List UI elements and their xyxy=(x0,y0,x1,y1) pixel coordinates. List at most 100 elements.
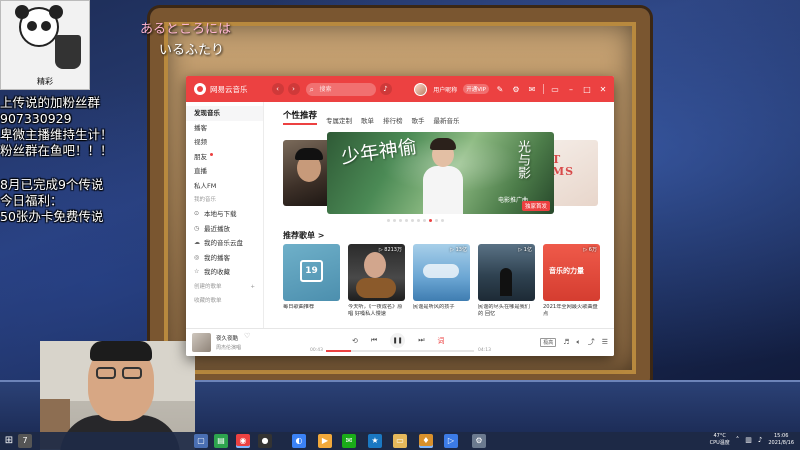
carousel-dot[interactable] xyxy=(405,219,408,222)
taskbar-tool-icon[interactable]: ⚙ xyxy=(472,434,486,448)
sidebar-item-friends[interactable]: 朋友 xyxy=(186,150,263,165)
playlist-cover[interactable]: ▷ 1亿 xyxy=(478,244,535,301)
sidebar-item-my-podcast[interactable]: ◎ 我的播客 xyxy=(186,251,263,266)
tab-custom[interactable]: 专属定制 xyxy=(326,115,352,125)
lyrics-icon[interactable]: 词 xyxy=(438,336,445,346)
playlist-card[interactable]: ▷ 1亿 民谣的尽头在哪是我们的 回忆 xyxy=(478,244,535,318)
taskbar-browser-icon[interactable]: ◐ xyxy=(292,434,306,448)
playlist-card[interactable]: ▷ 13亿 民谣是听风的孩子 xyxy=(413,244,470,318)
carousel-dot[interactable] xyxy=(393,219,396,222)
loop-mode-icon[interactable]: ⟲ xyxy=(352,337,358,345)
playlist-name[interactable]: 民谣的尽头在哪是我们的 回忆 xyxy=(478,304,535,318)
sidebar-item-local[interactable]: ⊙ 本地与下载 xyxy=(186,207,263,222)
like-heart-icon[interactable]: ♡ xyxy=(244,332,250,340)
taskbar-folder-icon[interactable]: ▭ xyxy=(393,434,407,448)
playlist-name[interactable]: 每日歌曲推荐 xyxy=(283,304,340,318)
tab-charts[interactable]: 排行榜 xyxy=(383,115,403,125)
volume-icon[interactable]: 🔈︎ xyxy=(577,338,581,347)
taskbar-explorer-icon[interactable]: ▢ xyxy=(194,434,208,448)
created-playlists-header[interactable]: 创建的歌单 + xyxy=(186,280,263,294)
carousel-dot[interactable] xyxy=(429,219,432,222)
sound-effect-icon[interactable]: ♬ xyxy=(563,338,569,346)
vip-badge[interactable]: 开通VIP xyxy=(463,84,489,94)
next-track-icon[interactable]: ⏭ xyxy=(418,336,424,345)
playlist-queue-icon[interactable]: ☰ xyxy=(602,338,608,346)
banner-current-slide[interactable]: 少年神偷 光与影 电影推广曲 独家首发 xyxy=(327,132,554,214)
taskbar-star-icon[interactable]: ★ xyxy=(368,434,382,448)
start-menu-icon[interactable]: ⊞ xyxy=(2,434,16,448)
tab-artists[interactable]: 歌手 xyxy=(412,115,425,125)
playlist-cover[interactable]: ▷ 8213万 xyxy=(348,244,405,301)
meme-sticker: 精彩 xyxy=(0,0,90,90)
minimize-icon[interactable]: – xyxy=(566,85,576,94)
sidebar-item-discover[interactable]: 发现音乐 xyxy=(186,106,263,121)
sidebar-item-live[interactable]: 直播 xyxy=(186,164,263,179)
mini-mode-icon[interactable]: ▭ xyxy=(550,85,560,94)
quality-badge[interactable]: 极高 xyxy=(540,337,557,347)
title-separator xyxy=(543,84,544,94)
carousel-dot[interactable] xyxy=(399,219,402,222)
carousel-dot[interactable] xyxy=(387,219,390,222)
taskbar-video-icon[interactable]: ▷ xyxy=(444,434,458,448)
mail-icon[interactable]: ✉ xyxy=(527,85,537,94)
playlist-name[interactable]: 2021年全网最火歌曲盘点 xyxy=(543,304,600,318)
now-playing-title[interactable]: 夜久夜酷 xyxy=(216,334,238,342)
collected-playlists-header[interactable]: 收藏的歌单 xyxy=(186,294,263,308)
carousel-dot[interactable] xyxy=(441,219,444,222)
clock[interactable]: 15:06 2021/8/16 xyxy=(768,433,794,447)
playlist-cover[interactable]: 音乐的力量 ▷ 6万 xyxy=(543,244,600,301)
previous-track-icon[interactable]: ⏮ xyxy=(371,336,377,345)
tray-arrow-icon[interactable]: ˄ xyxy=(736,436,740,444)
search-input[interactable]: 搜索 xyxy=(305,82,376,96)
playlist-card[interactable]: ▷ 8213万 今天听，《一夜成名》原唱 好嗓私人慢速 xyxy=(348,244,405,318)
skin-icon[interactable]: ✎ xyxy=(495,85,505,94)
carousel-dot[interactable] xyxy=(423,219,426,222)
pause-button[interactable]: ❚❚ xyxy=(390,333,406,348)
sidebar-item-fm[interactable]: 私人FM xyxy=(186,179,263,194)
now-playing-cover[interactable] xyxy=(192,333,211,352)
playlist-name[interactable]: 今天听，《一夜成名》原唱 好嗓私人慢速 xyxy=(348,304,405,318)
playlist-cover[interactable]: 19 xyxy=(283,244,340,301)
playlist-name[interactable]: 民谣是听风的孩子 xyxy=(413,304,470,318)
taskbar-obs-icon[interactable]: ● xyxy=(258,434,272,448)
playlist-card[interactable]: 19 每日歌曲推荐 xyxy=(283,244,340,318)
sidebar-item-cloud[interactable]: ☁ 我的音乐云盘 xyxy=(186,236,263,251)
mic-icon[interactable]: ♪ xyxy=(379,83,392,95)
progress-slider[interactable] xyxy=(326,350,474,352)
network-icon[interactable]: ▥ xyxy=(745,436,752,444)
carousel-dot[interactable] xyxy=(435,219,438,222)
carousel-dot[interactable] xyxy=(411,219,414,222)
sidebar-item-collection[interactable]: ☆ 我的收藏 xyxy=(186,265,263,280)
share-icon[interactable]: ⤴ xyxy=(588,337,595,347)
now-playing-artist[interactable]: 周杰伦演唱 xyxy=(216,344,241,351)
settings-icon[interactable]: ⚙ xyxy=(511,85,521,94)
carousel-dot[interactable] xyxy=(417,219,420,222)
taskbar-game-icon[interactable]: ♦ xyxy=(419,434,433,448)
cpu-temp[interactable]: 47°C CPU温度 xyxy=(710,433,730,447)
sidebar-item-video[interactable]: 视频 xyxy=(186,135,263,150)
close-icon[interactable]: ✕ xyxy=(598,85,608,94)
play-count: ▷ 6万 xyxy=(583,247,597,253)
playlist-card[interactable]: 音乐的力量 ▷ 6万 2021年全网最火歌曲盘点 xyxy=(543,244,600,318)
tab-recommend[interactable]: 个性推荐 xyxy=(283,109,318,125)
volume-tray-icon[interactable]: ♪ xyxy=(758,436,762,444)
back-arrow-icon[interactable]: ‹ xyxy=(271,83,284,95)
add-playlist-icon[interactable]: + xyxy=(250,280,255,294)
avatar[interactable] xyxy=(414,82,428,96)
tab-playlists[interactable]: 歌单 xyxy=(361,115,374,125)
sidebar-item-podcast[interactable]: 播客 xyxy=(186,121,263,136)
sidebar-item-recent[interactable]: ◷ 最近播放 xyxy=(186,222,263,237)
banner-carousel[interactable]: T MS 少年神偷 光与影 电影推广曲 独家首发 xyxy=(283,132,598,214)
taskbar-music-icon[interactable]: ◉ xyxy=(236,434,250,448)
banner-calligraphy: 少年神偷 xyxy=(339,135,419,169)
taskbar-green-app-icon[interactable]: ▤ xyxy=(214,434,228,448)
taskbar-wechat-icon[interactable]: ✉ xyxy=(342,434,356,448)
playlist-cover[interactable]: ▷ 13亿 xyxy=(413,244,470,301)
taskbar-play-icon[interactable]: ▶ xyxy=(318,434,332,448)
forward-arrow-icon[interactable]: › xyxy=(287,83,300,95)
taskbar-app-badge[interactable]: 7 xyxy=(18,434,32,448)
maximize-icon[interactable]: □ xyxy=(582,85,592,94)
recommended-playlists-title[interactable]: 推荐歌单 > xyxy=(283,230,325,241)
tab-new-music[interactable]: 最新音乐 xyxy=(434,115,460,125)
user-name[interactable]: 用户昵称 xyxy=(433,85,457,94)
